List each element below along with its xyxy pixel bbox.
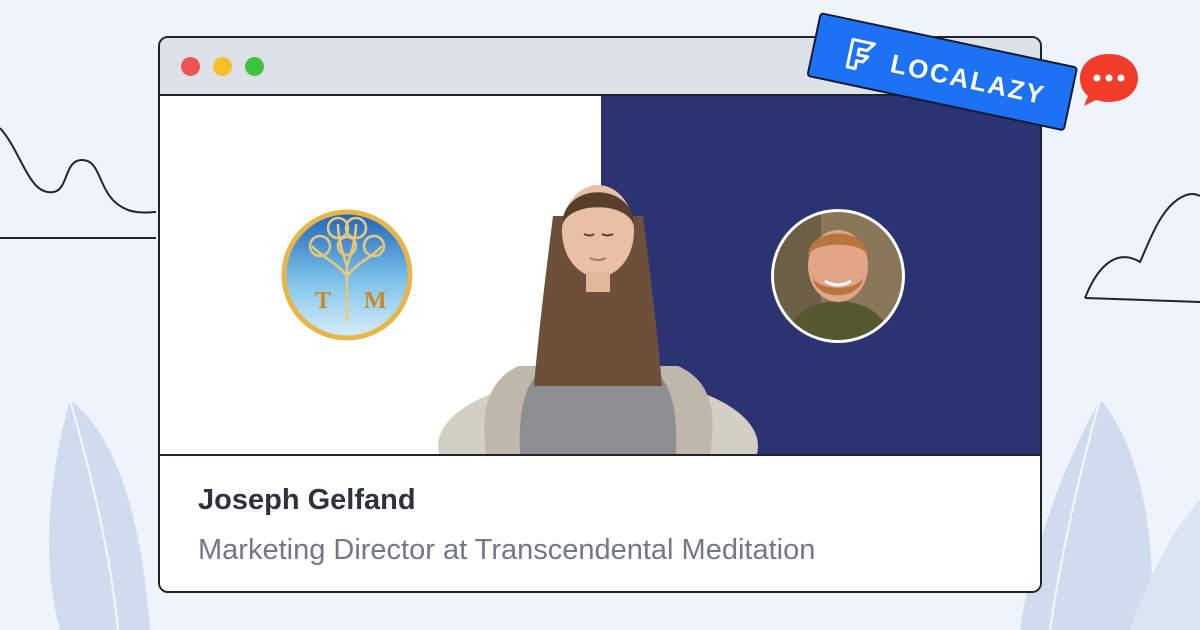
localazy-logo-icon — [845, 37, 877, 71]
browser-window: T M Joseph Gelfand Marketing Director at… — [158, 36, 1042, 593]
brand-name: LOCALAZY — [887, 48, 1049, 111]
meditating-woman-photo — [438, 185, 758, 454]
person-name: Joseph Gelfand — [198, 484, 416, 516]
hero-image: T M — [160, 96, 1040, 454]
person-role: Marketing Director at Transcendental Med… — [198, 534, 816, 566]
chat-bubble-icon — [1080, 54, 1138, 106]
caption-panel: Joseph Gelfand Marketing Director at Tra… — [160, 456, 1040, 591]
close-window-button[interactable] — [181, 57, 200, 76]
logo-letter-t: T — [315, 288, 331, 314]
logo-letter-m: M — [364, 288, 387, 314]
maximize-window-button[interactable] — [245, 57, 264, 76]
minimize-window-button[interactable] — [213, 57, 232, 76]
